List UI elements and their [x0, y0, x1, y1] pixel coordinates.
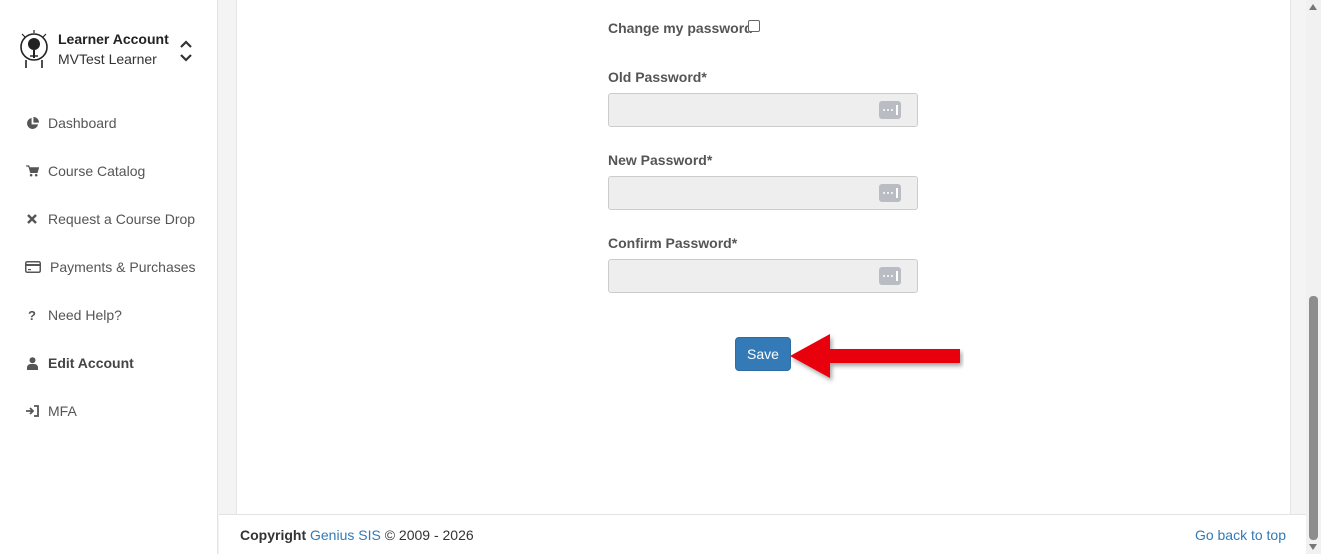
- confirm-password-field[interactable]: [608, 259, 918, 293]
- scrollbar-thumb[interactable]: [1309, 296, 1318, 540]
- sidebar-item-label: Payments & Purchases: [50, 259, 196, 275]
- password-manager-icon[interactable]: [879, 267, 901, 285]
- sidebar-item-label: Dashboard: [48, 115, 117, 131]
- scroll-down-icon[interactable]: [1309, 544, 1317, 550]
- sidebar-item-course-catalog[interactable]: Course Catalog: [0, 147, 218, 195]
- sidebar-item-label: MFA: [48, 403, 77, 419]
- password-manager-icon[interactable]: [879, 101, 901, 119]
- sidebar-item-label: Request a Course Drop: [48, 211, 196, 227]
- sidebar-item-label: Course Catalog: [48, 163, 146, 179]
- save-button[interactable]: Save: [735, 337, 791, 371]
- learner-head-icon: [20, 30, 48, 68]
- new-password-label: New Password*: [608, 152, 713, 168]
- footer: Copyright Genius SIS © 2009 - 2026 Go ba…: [219, 514, 1306, 554]
- copyright-label: Copyright: [240, 527, 307, 543]
- account-switcher[interactable]: Learner Account MVTest Learner: [16, 28, 206, 76]
- old-password-label: Old Password*: [608, 69, 707, 85]
- page-scrollbar[interactable]: [1306, 0, 1321, 554]
- sidebar-item-payments-purchases[interactable]: Payments & Purchases: [0, 243, 218, 291]
- change-password-checkbox[interactable]: [748, 20, 760, 32]
- question-icon: ?: [28, 307, 36, 323]
- change-password-label: Change my password: [608, 20, 753, 36]
- account-user-name: MVTest Learner: [58, 51, 157, 67]
- sidebar-item-edit-account[interactable]: Edit Account: [0, 339, 218, 387]
- scroll-up-icon[interactable]: [1309, 4, 1317, 10]
- sidebar-nav: Dashboard Course Catalog Request a Cours…: [0, 99, 218, 435]
- password-manager-icon[interactable]: [879, 184, 901, 202]
- copyright-text: Copyright Genius SIS © 2009 - 2026: [240, 527, 474, 543]
- sidebar-item-need-help[interactable]: ? Need Help?: [0, 291, 218, 339]
- chevron-up-down-icon[interactable]: [178, 38, 194, 64]
- sidebar: Learner Account MVTest Learner Dashboard…: [0, 0, 218, 554]
- red-arrow-annotation: [790, 334, 960, 378]
- old-password-field[interactable]: [608, 93, 918, 127]
- main-panel: [236, 0, 1291, 514]
- sidebar-item-label: Need Help?: [48, 307, 122, 323]
- times-icon: [24, 211, 40, 227]
- credit-card-icon: [24, 259, 42, 275]
- sidebar-item-request-course-drop[interactable]: Request a Course Drop: [0, 195, 218, 243]
- user-icon: [24, 355, 40, 371]
- pie-chart-icon: [24, 115, 40, 131]
- new-password-field[interactable]: [608, 176, 918, 210]
- sidebar-item-label: Edit Account: [48, 355, 134, 371]
- go-back-to-top-link[interactable]: Go back to top: [1195, 527, 1286, 543]
- cart-icon: [24, 163, 40, 179]
- company-link[interactable]: Genius SIS: [310, 527, 381, 543]
- sidebar-item-dashboard[interactable]: Dashboard: [0, 99, 218, 147]
- confirm-password-label: Confirm Password*: [608, 235, 738, 251]
- sidebar-item-mfa[interactable]: MFA: [0, 387, 218, 435]
- copyright-years: © 2009 - 2026: [384, 527, 474, 543]
- sign-in-icon: [24, 403, 40, 419]
- account-title: Learner Account: [58, 31, 169, 47]
